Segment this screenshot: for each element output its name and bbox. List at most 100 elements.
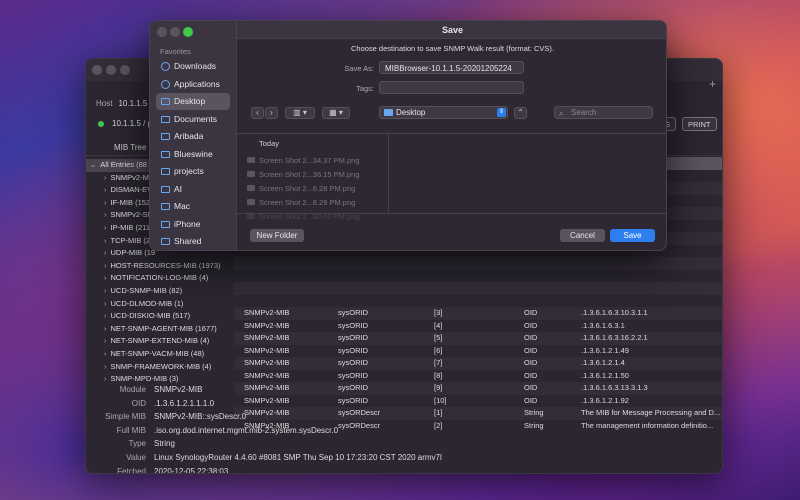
save-as-field[interactable]: MIBBrowser-10.1.1.5-20201205224 <box>379 61 524 74</box>
chevron-right-icon[interactable]: › <box>104 299 107 308</box>
chevron-right-icon[interactable]: › <box>104 336 107 345</box>
table-row[interactable]: SNMPv2-MIB sysORID [6] OID .1.3.6.1.2.1.49 <box>234 345 722 358</box>
detail-value: .iso.org.dod.internet.mgmt.mib-2.system.… <box>154 425 339 435</box>
host-row: Host 10.1.1.5 <box>96 99 147 108</box>
favorite-item[interactable]: AI <box>156 181 230 198</box>
chevron-down-icon[interactable]: ⌄ <box>90 160 96 169</box>
favorite-item[interactable]: Aribada <box>156 128 230 145</box>
tree-item[interactable]: › NET-SNMP-VACM-MIB (48) <box>86 348 234 361</box>
cell-idx: [5] <box>434 333 443 342</box>
tree-item-label: NOTIFICATION-LOG-MIB (4) <box>110 273 209 283</box>
chevron-right-icon[interactable]: › <box>104 236 107 245</box>
new-folder-button[interactable]: New Folder <box>250 229 304 242</box>
favorite-item[interactable]: Mac <box>156 198 230 215</box>
minimize-window-button[interactable] <box>106 65 116 75</box>
detail-row: Fetched 2020-12-05 22:38:03 <box>86 465 722 474</box>
tree-item[interactable]: › NET-SNMP-AGENT-MIB (1677) <box>86 323 234 336</box>
detail-value: SNMPv2-MIB <box>154 385 203 394</box>
forward-button[interactable]: › <box>265 107 278 119</box>
tree-item[interactable]: › SNMP-FRAMEWORK-MIB (4) <box>86 361 234 374</box>
chevron-right-icon[interactable]: › <box>104 362 107 371</box>
close-window-button[interactable] <box>92 65 102 75</box>
favorite-item[interactable]: iPhone <box>156 216 230 233</box>
file-label: Screen Shot 2...36.15 PM.png <box>259 170 360 179</box>
favorite-item[interactable]: Shared <box>156 233 230 250</box>
tree-item[interactable]: › UCD-SNMP-MIB (82) <box>86 285 234 298</box>
back-button[interactable]: ‹ <box>251 107 264 119</box>
dialog-minimize-button[interactable] <box>170 27 180 37</box>
host-value[interactable]: 10.1.1.5 <box>118 99 147 108</box>
table-row[interactable] <box>234 257 722 270</box>
chevron-right-icon[interactable]: › <box>104 349 107 358</box>
detail-key: Type <box>128 439 146 449</box>
cell-name: sysORID <box>338 358 368 367</box>
detail-key: Fetched <box>117 466 146 474</box>
save-button[interactable]: Save <box>610 229 655 242</box>
updown-icon: ⇕ <box>497 108 506 117</box>
search-field[interactable]: ⌕ Search <box>554 106 653 119</box>
tree-item[interactable]: › NOTIFICATION-LOG-MIB (4) <box>86 272 234 285</box>
folder-icon <box>161 185 170 193</box>
cell-name: sysORID <box>338 320 368 330</box>
table-row[interactable] <box>234 295 722 308</box>
chevron-right-icon[interactable]: › <box>104 185 107 194</box>
today-header: Today <box>259 139 280 148</box>
add-tab-icon[interactable]: + <box>709 77 716 91</box>
tree-item[interactable]: › UCD-DLMOD-MIB (1) <box>86 298 234 311</box>
cell-name: sysORID <box>338 345 368 355</box>
chevron-right-icon[interactable]: › <box>104 286 107 295</box>
mib-tree-header: MIB Tree <box>114 143 147 152</box>
favorite-label: Blueswine <box>174 148 213 159</box>
search-placeholder: Search <box>571 108 597 117</box>
favorite-label: Applications <box>174 78 220 89</box>
chevron-right-icon[interactable]: › <box>104 173 107 182</box>
dialog-close-button[interactable] <box>157 27 167 37</box>
chevron-right-icon[interactable]: › <box>104 223 107 232</box>
cell-idx: [6] <box>434 345 443 355</box>
chevron-right-icon[interactable]: › <box>104 311 107 320</box>
favorite-item[interactable]: Downloads <box>156 58 230 75</box>
tree-item[interactable]: › HOST-RESOURCES-MIB (1973) <box>86 260 234 273</box>
chevron-right-icon[interactable]: › <box>104 210 107 219</box>
table-row[interactable] <box>234 270 722 283</box>
chevron-right-icon[interactable]: › <box>104 261 107 270</box>
view-mode-button[interactable]: ▥ ▾ <box>285 107 315 119</box>
table-row[interactable] <box>234 282 722 295</box>
table-row[interactable]: SNMPv2-MIB sysORID [4] OID .1.3.6.1.6.3.1 <box>234 320 722 333</box>
file-item[interactable]: Screen Shot 2...34.37 PM.png <box>247 154 359 167</box>
cell-type: OID <box>524 308 538 317</box>
favorite-item[interactable]: Applications <box>156 76 230 93</box>
table-row[interactable]: SNMPv2-MIB sysORID [7] OID .1.3.6.1.2.1.4 <box>234 357 722 370</box>
cell-mib: SNMPv2-MIB <box>244 345 290 355</box>
file-item[interactable]: Screen Shot 2...8.29 PM.png <box>247 196 355 209</box>
file-item[interactable]: Screen Shot 2...36.15 PM.png <box>247 168 359 181</box>
table-row[interactable]: SNMPv2-MIB sysORID [3] OID .1.3.6.1.6.3.10.3… <box>234 307 722 320</box>
save-dialog: Favorites Downloads Applications Desktop Do… <box>149 20 667 251</box>
favorite-item[interactable]: projects <box>156 163 230 180</box>
favorite-item[interactable]: Blueswine <box>156 146 230 163</box>
chevron-right-icon[interactable]: › <box>104 374 107 383</box>
print-button[interactable]: PRINT <box>682 117 717 131</box>
favorites-sidebar: Favorites Downloads Applications Desktop Do… <box>150 21 237 250</box>
tags-field[interactable] <box>379 81 524 94</box>
tree-item[interactable]: › NET-SNMP-EXTEND-MIB (4) <box>86 335 234 348</box>
zoom-window-button[interactable] <box>120 65 130 75</box>
favorite-item[interactable]: Documents <box>156 111 230 128</box>
chevron-right-icon[interactable]: › <box>104 248 107 257</box>
file-item[interactable]: Screen Shot 2...6.28 PM.png <box>247 182 355 195</box>
chevron-right-icon[interactable]: › <box>104 198 107 207</box>
table-row[interactable]: SNMPv2-MIB sysORID [5] OID .1.3.6.1.6.3.16.2… <box>234 332 722 345</box>
expand-button[interactable]: ⌃ <box>514 107 527 119</box>
favorite-label: Desktop <box>174 96 206 106</box>
favorite-item[interactable]: Desktop <box>156 93 230 110</box>
table-row[interactable]: SNMPv2-MIB sysORID [8] OID .1.3.6.1.2.1.50 <box>234 370 722 383</box>
chevron-right-icon[interactable]: › <box>104 273 107 282</box>
group-button[interactable]: ▦ ▾ <box>322 107 350 119</box>
detail-key: Module <box>119 385 146 394</box>
cancel-button[interactable]: Cancel <box>560 229 605 242</box>
location-popup[interactable]: Desktop ⇕ <box>379 106 508 119</box>
tree-item[interactable]: › UCD-DISKIO-MIB (517) <box>86 310 234 323</box>
dialog-zoom-button[interactable] <box>183 27 193 37</box>
chevron-right-icon[interactable]: › <box>104 324 107 333</box>
detail-key: Simple MIB <box>105 412 146 422</box>
